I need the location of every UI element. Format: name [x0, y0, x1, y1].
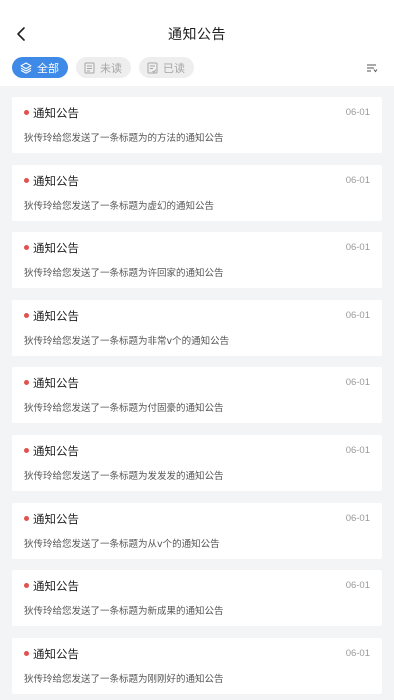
notification-card[interactable]: 通知公告 06-01 狄传玲给您发送了一条标题为许回家的通知公告 — [12, 232, 382, 289]
unread-dot — [24, 110, 29, 115]
unread-dot — [24, 245, 29, 251]
notification-card[interactable]: 通知公告 06-01 狄传玲给您发送了一条标题为虚幻的通知公告 — [12, 164, 382, 221]
notification-date: 06-01 — [345, 444, 370, 456]
notification-card[interactable]: 通知公告 06-01 狄传玲给您发送了一条标题为非常v个的通知公告 — [12, 299, 382, 356]
unread-dot — [24, 583, 29, 589]
unread-dot — [24, 177, 29, 183]
notification-title: 通知公告 — [33, 443, 79, 458]
notification-card[interactable]: 通知公告 06-01 狄传玲给您发送了一条标题为发发发的通知公告 — [12, 434, 382, 491]
sort-filter-icon — [367, 64, 378, 73]
unread-dot — [24, 650, 29, 656]
layers-icon — [20, 61, 32, 74]
notification-title: 通知公告 — [33, 511, 79, 526]
notification-title: 通知公告 — [33, 308, 79, 323]
tab-unread[interactable]: 未读 — [76, 57, 131, 78]
notification-message: 狄传玲给您发送了一条标题为的方法的通知公告 — [24, 133, 224, 144]
notification-title: 通知公告 — [33, 173, 79, 188]
notification-card[interactable]: 通知公告 06-01 狄传玲给您发送了一条标题为从v个的通知公告 — [12, 502, 382, 559]
notification-message: 狄传玲给您发送了一条标题为新成果的通知公告 — [24, 606, 224, 618]
unread-dot — [24, 447, 29, 453]
notification-list: 通知公告 06-01 狄传玲给您发送了一条标题为的方法的通知公告 通知公告 06… — [12, 97, 382, 694]
notification-date: 06-01 — [345, 242, 370, 254]
notification-card[interactable]: 通知公告 06-01 狄传玲给您发送了一条标题为的方法的通知公告 — [12, 97, 382, 153]
tab-all-label: 全部 — [37, 61, 59, 75]
notification-message: 狄传玲给您发送了一条标题为发发发的通知公告 — [24, 470, 224, 482]
top-bar: 通知公告 全部 未读 已读 — [0, 0, 394, 86]
notification-date: 06-01 — [345, 174, 370, 186]
notification-title: 通知公告 — [33, 646, 79, 661]
sort-filter-button[interactable] — [364, 60, 380, 76]
unread-dot — [24, 312, 29, 318]
document-check-icon — [147, 62, 158, 73]
tab-all[interactable]: 全部 — [12, 57, 68, 78]
notification-card[interactable]: 通知公告 06-01 狄传玲给您发送了一条标题为付固豪的通知公告 — [12, 367, 382, 424]
notification-message: 狄传玲给您发送了一条标题为许回家的通知公告 — [24, 268, 224, 280]
tab-read[interactable]: 已读 — [139, 57, 194, 78]
notification-date: 06-01 — [345, 580, 370, 592]
unread-dot — [24, 380, 29, 386]
notification-message: 狄传玲给您发送了一条标题为付固豪的通知公告 — [24, 403, 224, 415]
notification-card[interactable]: 通知公告 06-01 狄传玲给您发送了一条标题为新成果的通知公告 — [12, 570, 382, 627]
notification-title: 通知公告 — [33, 376, 79, 391]
tab-read-label: 已读 — [163, 61, 185, 75]
notification-message: 狄传玲给您发送了一条标题为非常v个的通知公告 — [24, 335, 230, 347]
unread-dot — [24, 515, 29, 521]
notification-date: 06-01 — [345, 309, 370, 321]
notification-date: 06-01 — [345, 647, 370, 659]
notification-date: 06-01 — [345, 107, 370, 118]
document-icon — [84, 62, 95, 73]
notification-card[interactable]: 通知公告 06-01 狄传玲给您发送了一条标题为刚刚好的通知公告 — [12, 637, 382, 694]
notification-title: 通知公告 — [33, 106, 79, 120]
page-title: 通知公告 — [168, 27, 226, 43]
notification-message: 狄传玲给您发送了一条标题为从v个的通知公告 — [24, 538, 220, 550]
tab-unread-label: 未读 — [100, 61, 122, 75]
notification-date: 06-01 — [345, 377, 370, 389]
filter-tabs: 全部 未读 已读 — [12, 57, 194, 79]
notification-message: 狄传玲给您发送了一条标题为虚幻的通知公告 — [24, 200, 215, 212]
notification-date: 06-01 — [345, 512, 370, 524]
notification-title: 通知公告 — [33, 241, 79, 256]
notification-title: 通知公告 — [33, 579, 79, 594]
notification-message: 狄传玲给您发送了一条标题为刚刚好的通知公告 — [24, 673, 224, 685]
